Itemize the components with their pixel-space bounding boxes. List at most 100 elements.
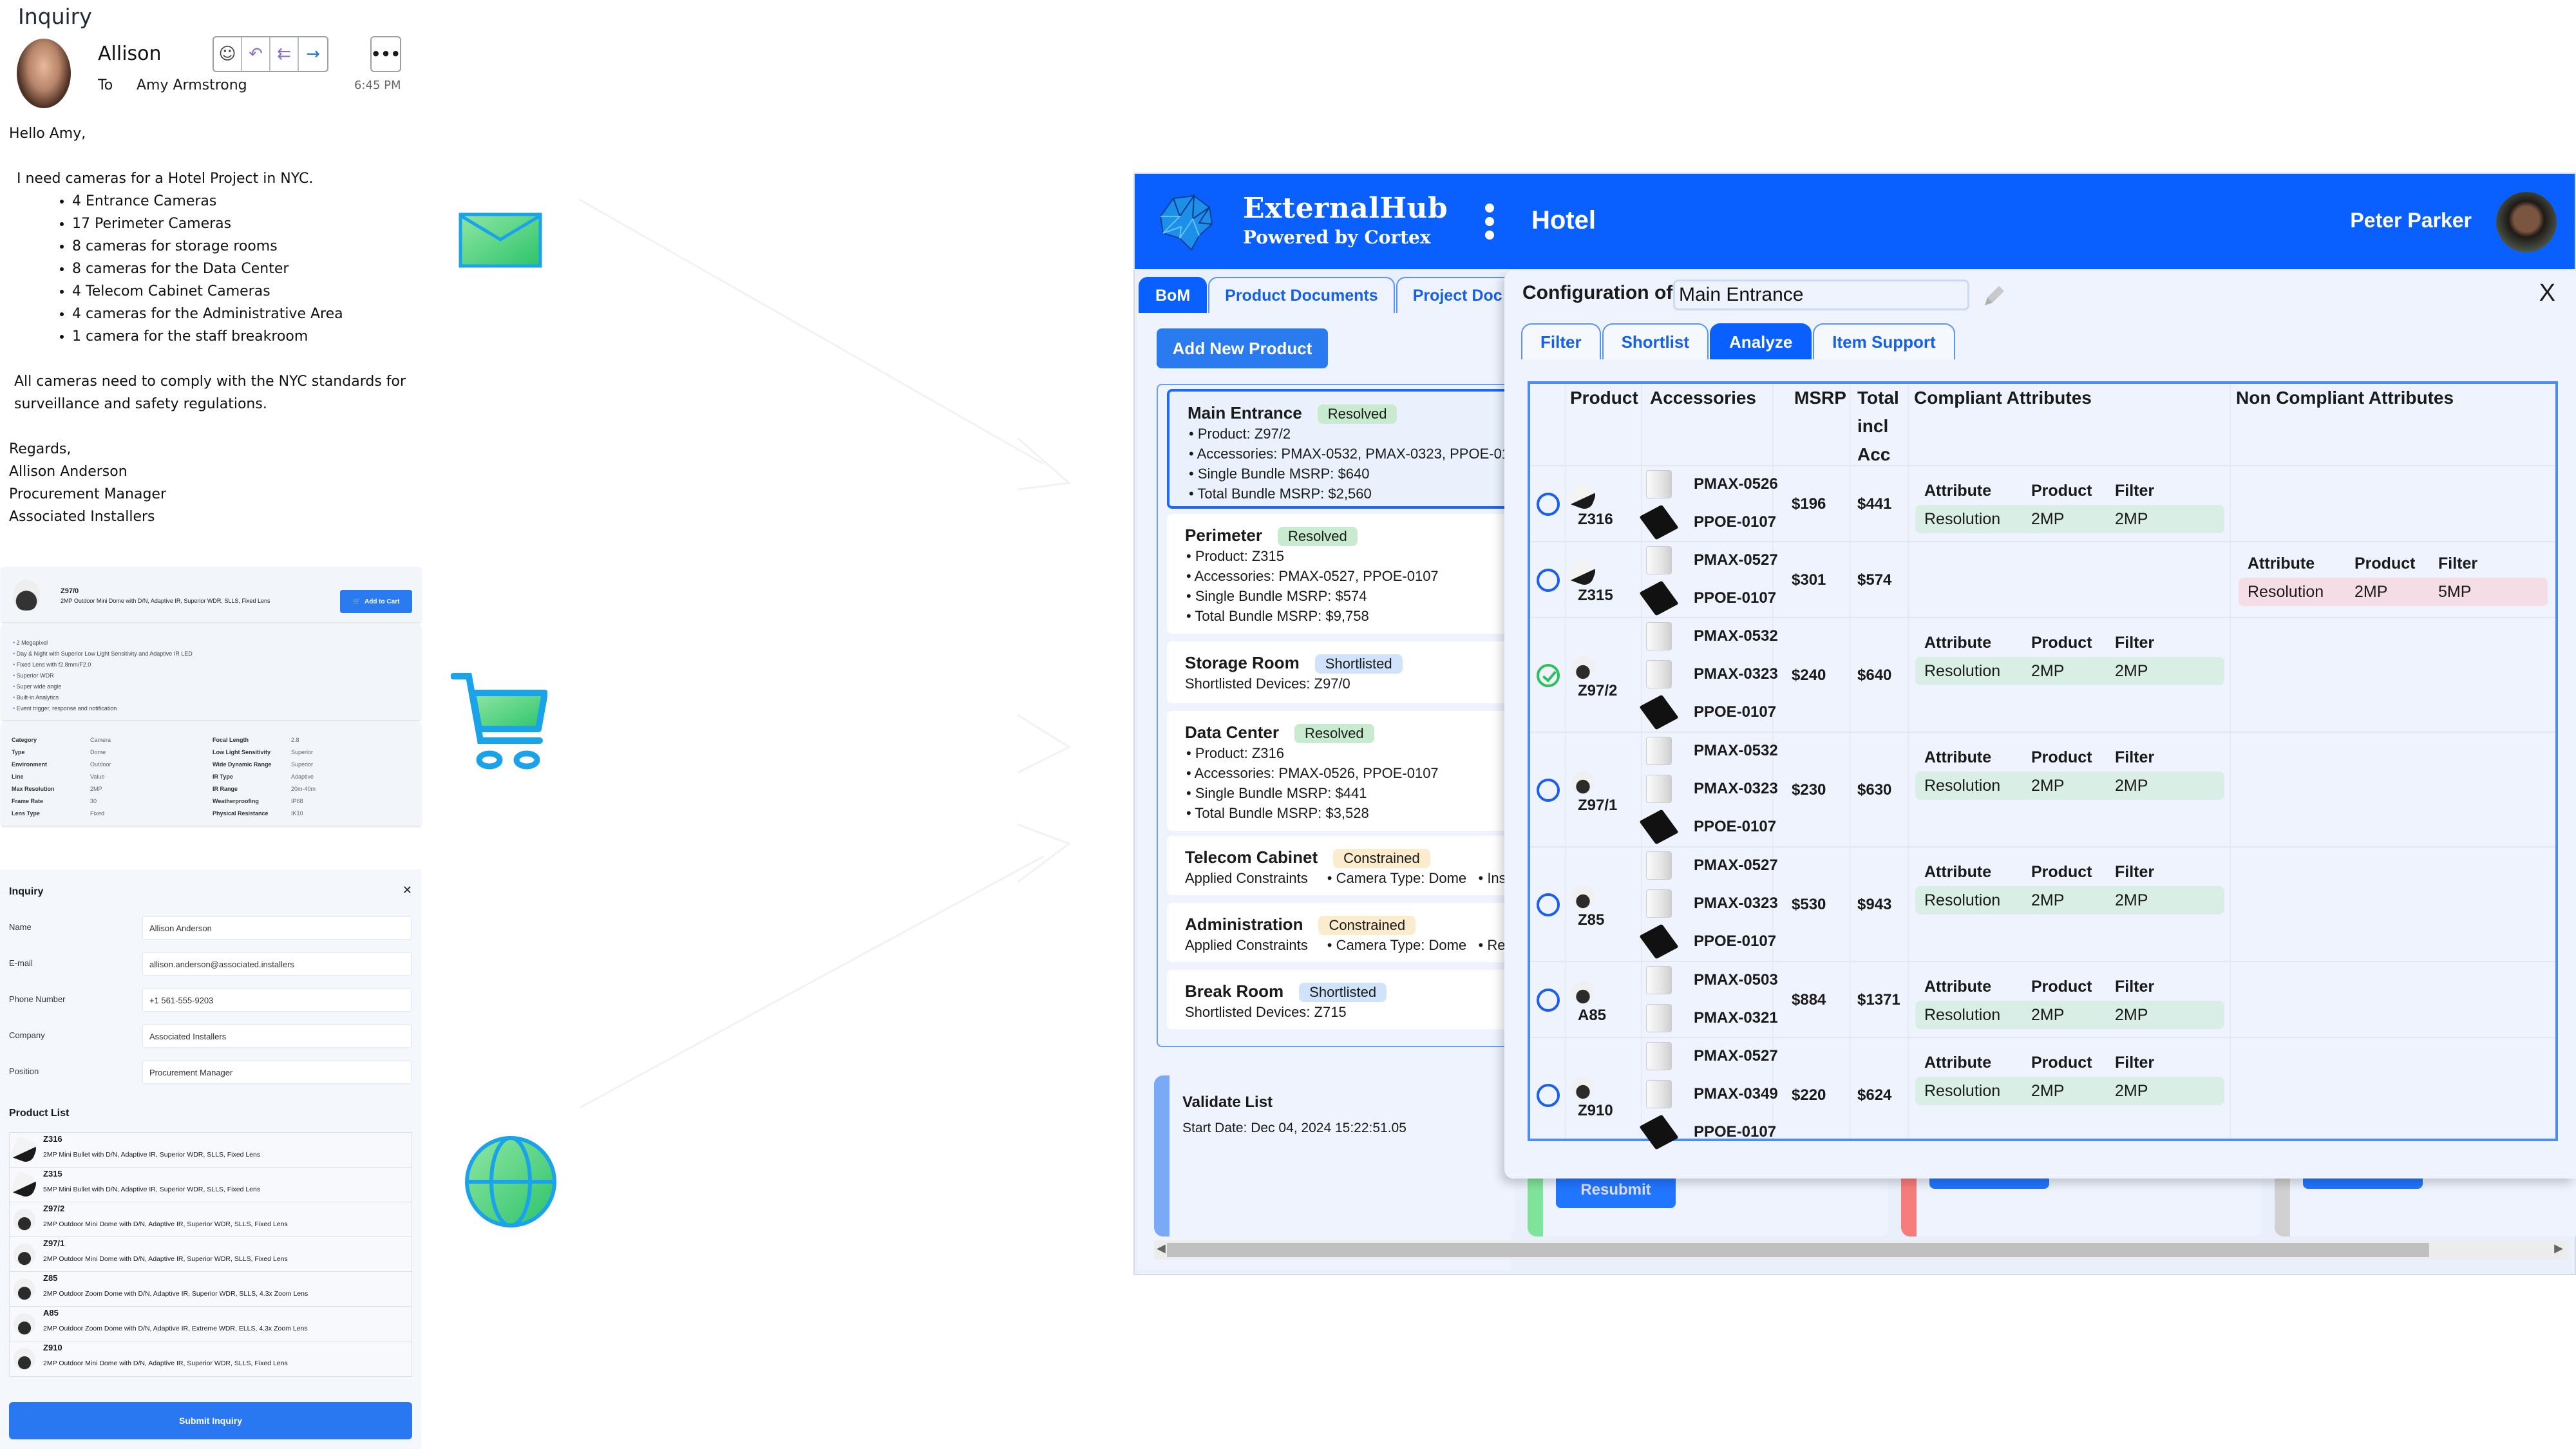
select-radio[interactable] — [1537, 1084, 1560, 1107]
tab-project-documents[interactable]: Project Doc — [1396, 277, 1519, 313]
add-to-cart-button[interactable]: 🛒 Add to Cart — [340, 590, 412, 613]
bom-detail-line: Accessories: PMAX-0532, PMAX-0323, PPOE-… — [1188, 444, 1516, 464]
bom-item[interactable]: Break Room Shortlisted Shortlisted Devices… — [1167, 970, 1516, 1029]
add-new-product-button[interactable]: Add New Product — [1157, 328, 1328, 368]
product-list-item[interactable]: Z315 5MP Mini Bullet with D/N, Adaptive I… — [10, 1168, 412, 1202]
spec-label: Max Resolution — [12, 786, 55, 792]
scroll-left-icon[interactable]: ◀ — [1157, 1242, 1166, 1255]
bom-item[interactable]: Telecom Cabinet Constrained Applied Constr… — [1167, 836, 1516, 895]
accessory-name: PMAX-0527 — [1694, 551, 1778, 569]
scrollbar-thumb[interactable] — [1167, 1243, 2429, 1257]
product-list-item[interactable]: Z85 2MP Outdoor Zoom Dome with D/N, Adapt… — [10, 1272, 412, 1307]
edit-pencil-icon[interactable] — [1981, 283, 2007, 309]
product-list-item[interactable]: A85 2MP Outdoor Zoom Dome with D/N, Adapt… — [10, 1307, 412, 1341]
select-radio[interactable] — [1537, 989, 1560, 1012]
mount-bracket-icon — [1646, 660, 1672, 688]
product-list-item[interactable]: Z97/2 2MP Outdoor Mini Dome with D/N, Ada… — [10, 1202, 412, 1237]
bom-item[interactable]: Storage Room Shortlisted Shortlisted Devic… — [1167, 641, 1516, 703]
spec-label: Lens Type — [12, 810, 40, 817]
company-row: Company — [9, 1024, 412, 1050]
attribute-header: Attribute — [1924, 748, 1992, 766]
select-radio[interactable] — [1537, 569, 1560, 592]
accessory-item: PPOE-0107 — [1639, 694, 1801, 732]
company-field[interactable] — [142, 1024, 412, 1048]
product-list-item[interactable]: Z97/1 2MP Outdoor Mini Dome with D/N, Ada… — [10, 1237, 412, 1272]
table-row: Z97/2 PMAX-0532 PMAX-0323 PPOE-0107 $240 $640… — [1530, 617, 2555, 732]
spec-value: IK10 — [291, 810, 303, 817]
request-item: 17 Perimeter Cameras — [72, 213, 415, 235]
emoji-icon[interactable]: ☺ — [214, 37, 242, 71]
email-closing: Regards, — [9, 441, 71, 457]
status-badge: Shortlisted — [1314, 654, 1403, 674]
bom-item[interactable]: Perimeter ResolvedProduct: Z315Accessorie… — [1167, 514, 1516, 634]
close-icon[interactable]: X — [2539, 279, 2555, 307]
configuration-name-input[interactable] — [1673, 279, 1969, 310]
feature-item: Built-in Analytics — [13, 692, 410, 703]
column-header: MSRP — [1794, 388, 1846, 408]
tab-item-support[interactable]: Item Support — [1813, 323, 1955, 359]
spec-label: Line — [12, 773, 24, 780]
forward-icon[interactable]: → — [299, 37, 327, 71]
signature-line: Associated Installers — [9, 509, 155, 525]
accessory-name: PMAX-0527 — [1694, 1046, 1778, 1065]
accessory-item: PPOE-0107 — [1639, 809, 1801, 846]
bom-item[interactable]: Main Entrance ResolvedProduct: Z97/2Acces… — [1167, 389, 1516, 509]
close-icon[interactable]: ✕ — [402, 884, 412, 897]
tab-analyze[interactable]: Analyze — [1710, 323, 1812, 359]
email-pane: Inquiry Allison To Amy Armstrong 6:45 PM… — [0, 0, 425, 528]
accessory-item: PMAX-0323 — [1646, 658, 1801, 694]
tab-product-documents[interactable]: Product Documents — [1208, 277, 1395, 313]
user-avatar[interactable] — [2496, 192, 2557, 252]
request-item: 4 Entrance Cameras — [72, 190, 415, 213]
product-list-item[interactable]: Z910 2MP Outdoor Mini Dome with D/N, Adap… — [10, 1341, 412, 1376]
select-radio[interactable] — [1537, 779, 1560, 802]
email-label: E-mail — [9, 958, 33, 968]
scroll-right-icon[interactable]: ▶ — [2554, 1242, 2563, 1255]
poe-injector-icon — [1639, 809, 1679, 845]
kebab-menu-icon[interactable] — [1482, 204, 1497, 240]
dome-camera-icon — [13, 580, 40, 611]
name-field[interactable] — [142, 916, 412, 940]
select-radio[interactable] — [1537, 493, 1560, 516]
reply-all-icon[interactable]: ⇇ — [270, 37, 299, 71]
bom-detail-line: Accessories: PMAX-0527, PPOE-0107 — [1185, 566, 1516, 586]
horizontal-scrollbar[interactable]: ◀ ▶ — [1154, 1240, 2568, 1260]
sender-avatar — [17, 39, 71, 108]
more-options-button[interactable]: ••• — [370, 36, 401, 72]
spec-value: 30 — [90, 798, 97, 804]
flow-arrows — [580, 198, 1072, 1109]
position-field[interactable] — [142, 1060, 412, 1084]
request-item: 1 camera for the staff breakroom — [72, 325, 415, 348]
product-description: 2MP Mini Bullet with D/N, Adaptive IR, S… — [43, 1151, 261, 1159]
envelope-icon — [459, 213, 542, 268]
spec-label: Physical Resistance — [213, 810, 269, 817]
accessory-item: PPOE-0107 — [1639, 1114, 1801, 1151]
product-list-item[interactable]: Z316 2MP Mini Bullet with D/N, Adaptive I… — [10, 1133, 412, 1168]
accessory-item: PMAX-0527 — [1646, 1039, 1801, 1075]
table-header: Product Accessories MSRP Total incl Acc … — [1530, 384, 2555, 465]
phone-row: Phone Number — [9, 988, 412, 1014]
cart-plus-icon: 🛒 — [352, 598, 361, 605]
submit-inquiry-button[interactable]: Submit Inquiry — [9, 1402, 412, 1439]
spec-value: Superior — [291, 761, 314, 768]
spec-label: Weatherproofing — [213, 798, 259, 804]
email-field[interactable] — [142, 952, 412, 976]
attribute-header: Attribute — [1924, 863, 1992, 881]
tab-bom[interactable]: BoM — [1139, 277, 1208, 313]
phone-field[interactable] — [142, 988, 412, 1012]
dome-camera-icon — [14, 1348, 35, 1370]
brand-subtitle: Powered by Cortex — [1243, 227, 1431, 248]
bom-detail-line: Total Bundle MSRP: $3,528 — [1185, 803, 1516, 823]
bom-item[interactable]: Administration Constrained Applied Constra… — [1167, 903, 1516, 962]
tab-shortlist[interactable]: Shortlist — [1602, 323, 1709, 359]
selected-radio[interactable] — [1537, 664, 1560, 687]
spec-value: Outdoor — [90, 761, 111, 768]
user-name: Peter Parker — [2350, 209, 2472, 232]
select-radio[interactable] — [1537, 893, 1560, 916]
reply-icon[interactable]: ↶ — [242, 37, 270, 71]
bom-item[interactable]: Data Center ResolvedProduct: Z316Accessor… — [1167, 711, 1516, 831]
product-description: 5MP Mini Bullet with D/N, Adaptive IR, S… — [43, 1186, 261, 1193]
product-list: Z316 2MP Mini Bullet with D/N, Adaptive I… — [9, 1132, 412, 1377]
msrp-value: $220 — [1792, 1086, 1826, 1104]
tab-filter[interactable]: Filter — [1521, 323, 1601, 359]
